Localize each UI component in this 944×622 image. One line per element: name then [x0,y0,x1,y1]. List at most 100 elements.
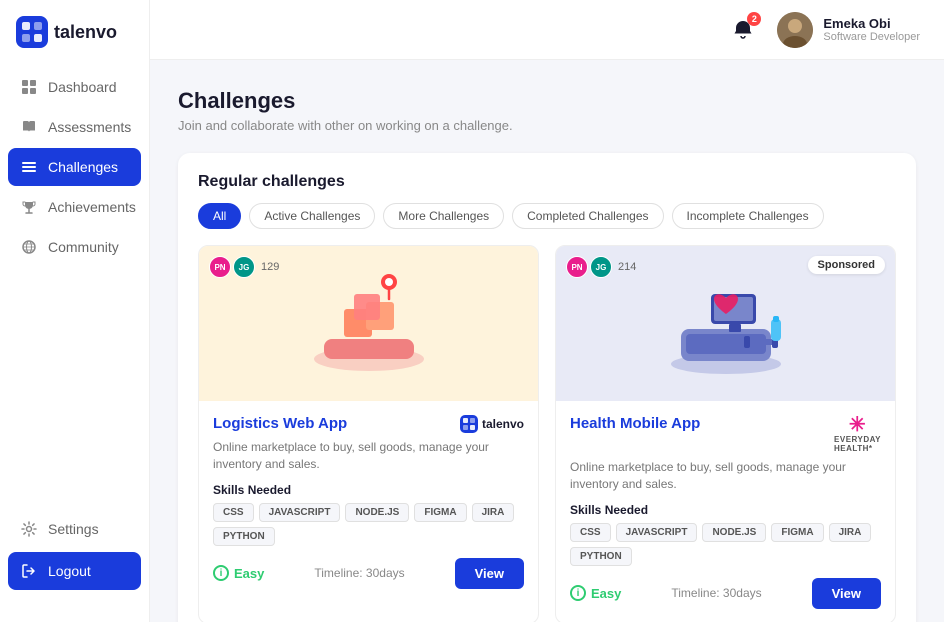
user-role: Software Developer [823,31,920,43]
challenge-title: Health Mobile App [570,415,700,432]
challenges-icon [20,158,38,176]
sidebar-item-community[interactable]: Community [8,228,141,266]
sidebar-item-achievements[interactable]: Achievements [8,188,141,226]
skill-jira: JIRA [472,503,515,522]
card-body-health: Health Mobile App ✳ everydayHEALTH* Onli… [556,401,895,622]
skill-css: CSS [213,503,254,522]
notification-badge: 2 [747,12,761,26]
user-details: Emeka Obi Software Developer [823,16,920,43]
challenge-footer-health: i Easy Timeline: 30days View [570,578,881,609]
avatar [777,12,813,48]
skill-figma: FIGMA [414,503,466,522]
title-row: Logistics Web App talenvo [213,415,524,433]
trophy-icon [20,198,38,216]
sidebar-item-label: Dashboard [48,79,117,95]
logout-icon [20,562,38,580]
logout-label: Logout [48,563,91,579]
notification-button[interactable]: 2 [725,12,761,48]
timeline: Timeline: 30days [314,566,404,580]
skill-javascript: JAVASCRIPT [616,523,698,542]
main-content: 2 Emeka Obi Software Developer Challenge… [150,0,944,622]
title-row: Health Mobile App ✳ everydayHEALTH* [570,415,881,453]
sidebar-item-assessments[interactable]: Assessments [8,108,141,146]
participant-avatars: PN JG 129 [209,256,279,278]
difficulty-badge: i Easy [570,585,621,601]
content-area: Challenges Join and collaborate with oth… [150,60,944,622]
challenge-card-health: PN JG 214 Sponsored [555,245,896,622]
logo-icon [16,16,48,48]
page-title: Challenges [178,88,916,114]
difficulty-badge: i Easy [213,565,264,581]
sidebar-item-label: Achievements [48,199,136,215]
avatar-2: JG [590,256,612,278]
avatar-1: PN [566,256,588,278]
sidebar-item-label: Assessments [48,119,131,135]
logo-text: talenvo [54,22,117,43]
skill-javascript: JAVASCRIPT [259,503,341,522]
challenge-desc: Online marketplace to buy, sell goods, m… [213,439,524,473]
challenge-footer-logistics: i Easy Timeline: 30days View [213,558,524,589]
sidebar-item-settings[interactable]: Settings [8,510,141,548]
section-title: Regular challenges [198,173,345,191]
talenvo-brand-icon [460,415,478,433]
skills-tags-logistics: CSS JAVASCRIPT NODE.JS FIGMA JIRA PYTHON [213,503,524,546]
challenges-card: Regular challenges All Active Challenges… [178,153,916,622]
sidebar-bottom: Settings Logout [0,502,149,606]
filter-all[interactable]: All [198,203,241,229]
user-name: Emeka Obi [823,16,920,31]
sidebar-item-dashboard[interactable]: Dashboard [8,68,141,106]
logout-button[interactable]: Logout [8,552,141,590]
skill-css: CSS [570,523,611,542]
sidebar-item-label: Settings [48,521,99,537]
participant-avatars-health: PN JG 214 [566,256,636,278]
skill-figma: FIGMA [771,523,823,542]
sidebar-item-label: Challenges [48,159,118,175]
challenge-title: Logistics Web App [213,415,347,432]
skill-nodejs: NODE.JS [345,503,409,522]
skill-python: PYTHON [213,527,275,546]
filter-more[interactable]: More Challenges [383,203,504,229]
filter-tabs: All Active Challenges More Challenges Co… [198,203,824,229]
timeline: Timeline: 30days [671,586,761,600]
sidebar: talenvo Dashboard Assessments Challenges… [0,0,150,622]
filter-incomplete[interactable]: Incomplete Challenges [672,203,824,229]
filter-completed[interactable]: Completed Challenges [512,203,663,229]
view-button-health[interactable]: View [812,578,881,609]
filter-active[interactable]: Active Challenges [249,203,375,229]
sidebar-item-challenges[interactable]: Challenges [8,148,141,186]
starburst-icon: ✳ [849,415,866,435]
avatar-2: JG [233,256,255,278]
logistics-illustration [299,264,439,384]
logo: talenvo [0,16,149,68]
card-image-area-health: PN JG 214 Sponsored [556,246,895,401]
difficulty-icon: i [213,565,229,581]
sidebar-item-label: Community [48,239,119,255]
card-image-area-logistics: PN JG 129 [199,246,538,401]
skill-python: PYTHON [570,547,632,566]
skills-label: Skills Needed [570,503,881,517]
challenges-grid: PN JG 129 [198,245,896,622]
dashboard-icon [20,78,38,96]
skill-jira: JIRA [829,523,872,542]
challenges-header: Regular challenges All Active Challenges… [198,173,896,229]
brand-name: talenvo [482,417,524,431]
challenge-desc: Online marketplace to buy, sell goods, m… [570,459,881,493]
sponsored-badge: Sponsored [808,256,885,274]
difficulty-icon: i [570,585,586,601]
brand-everyday-health: ✳ everydayHEALTH* [834,415,881,453]
difficulty-label: Easy [591,586,621,601]
view-button-logistics[interactable]: View [455,558,524,589]
user-profile[interactable]: Emeka Obi Software Developer [777,12,920,48]
globe-icon [20,238,38,256]
challenge-card-logistics: PN JG 129 [198,245,539,622]
card-body-logistics: Logistics Web App talenvo [199,401,538,603]
settings-icon [20,520,38,538]
brand-talenvo: talenvo [460,415,524,433]
page-subtitle: Join and collaborate with other on worki… [178,118,916,133]
skills-tags-health: CSS JAVASCRIPT NODE.JS FIGMA JIRA PYTHON [570,523,881,566]
brand-name: everydayHEALTH* [834,435,881,453]
sidebar-nav: Dashboard Assessments Challenges Achieve… [0,68,149,502]
avatar-image [777,12,813,48]
health-illustration [646,264,806,384]
book-icon [20,118,38,136]
